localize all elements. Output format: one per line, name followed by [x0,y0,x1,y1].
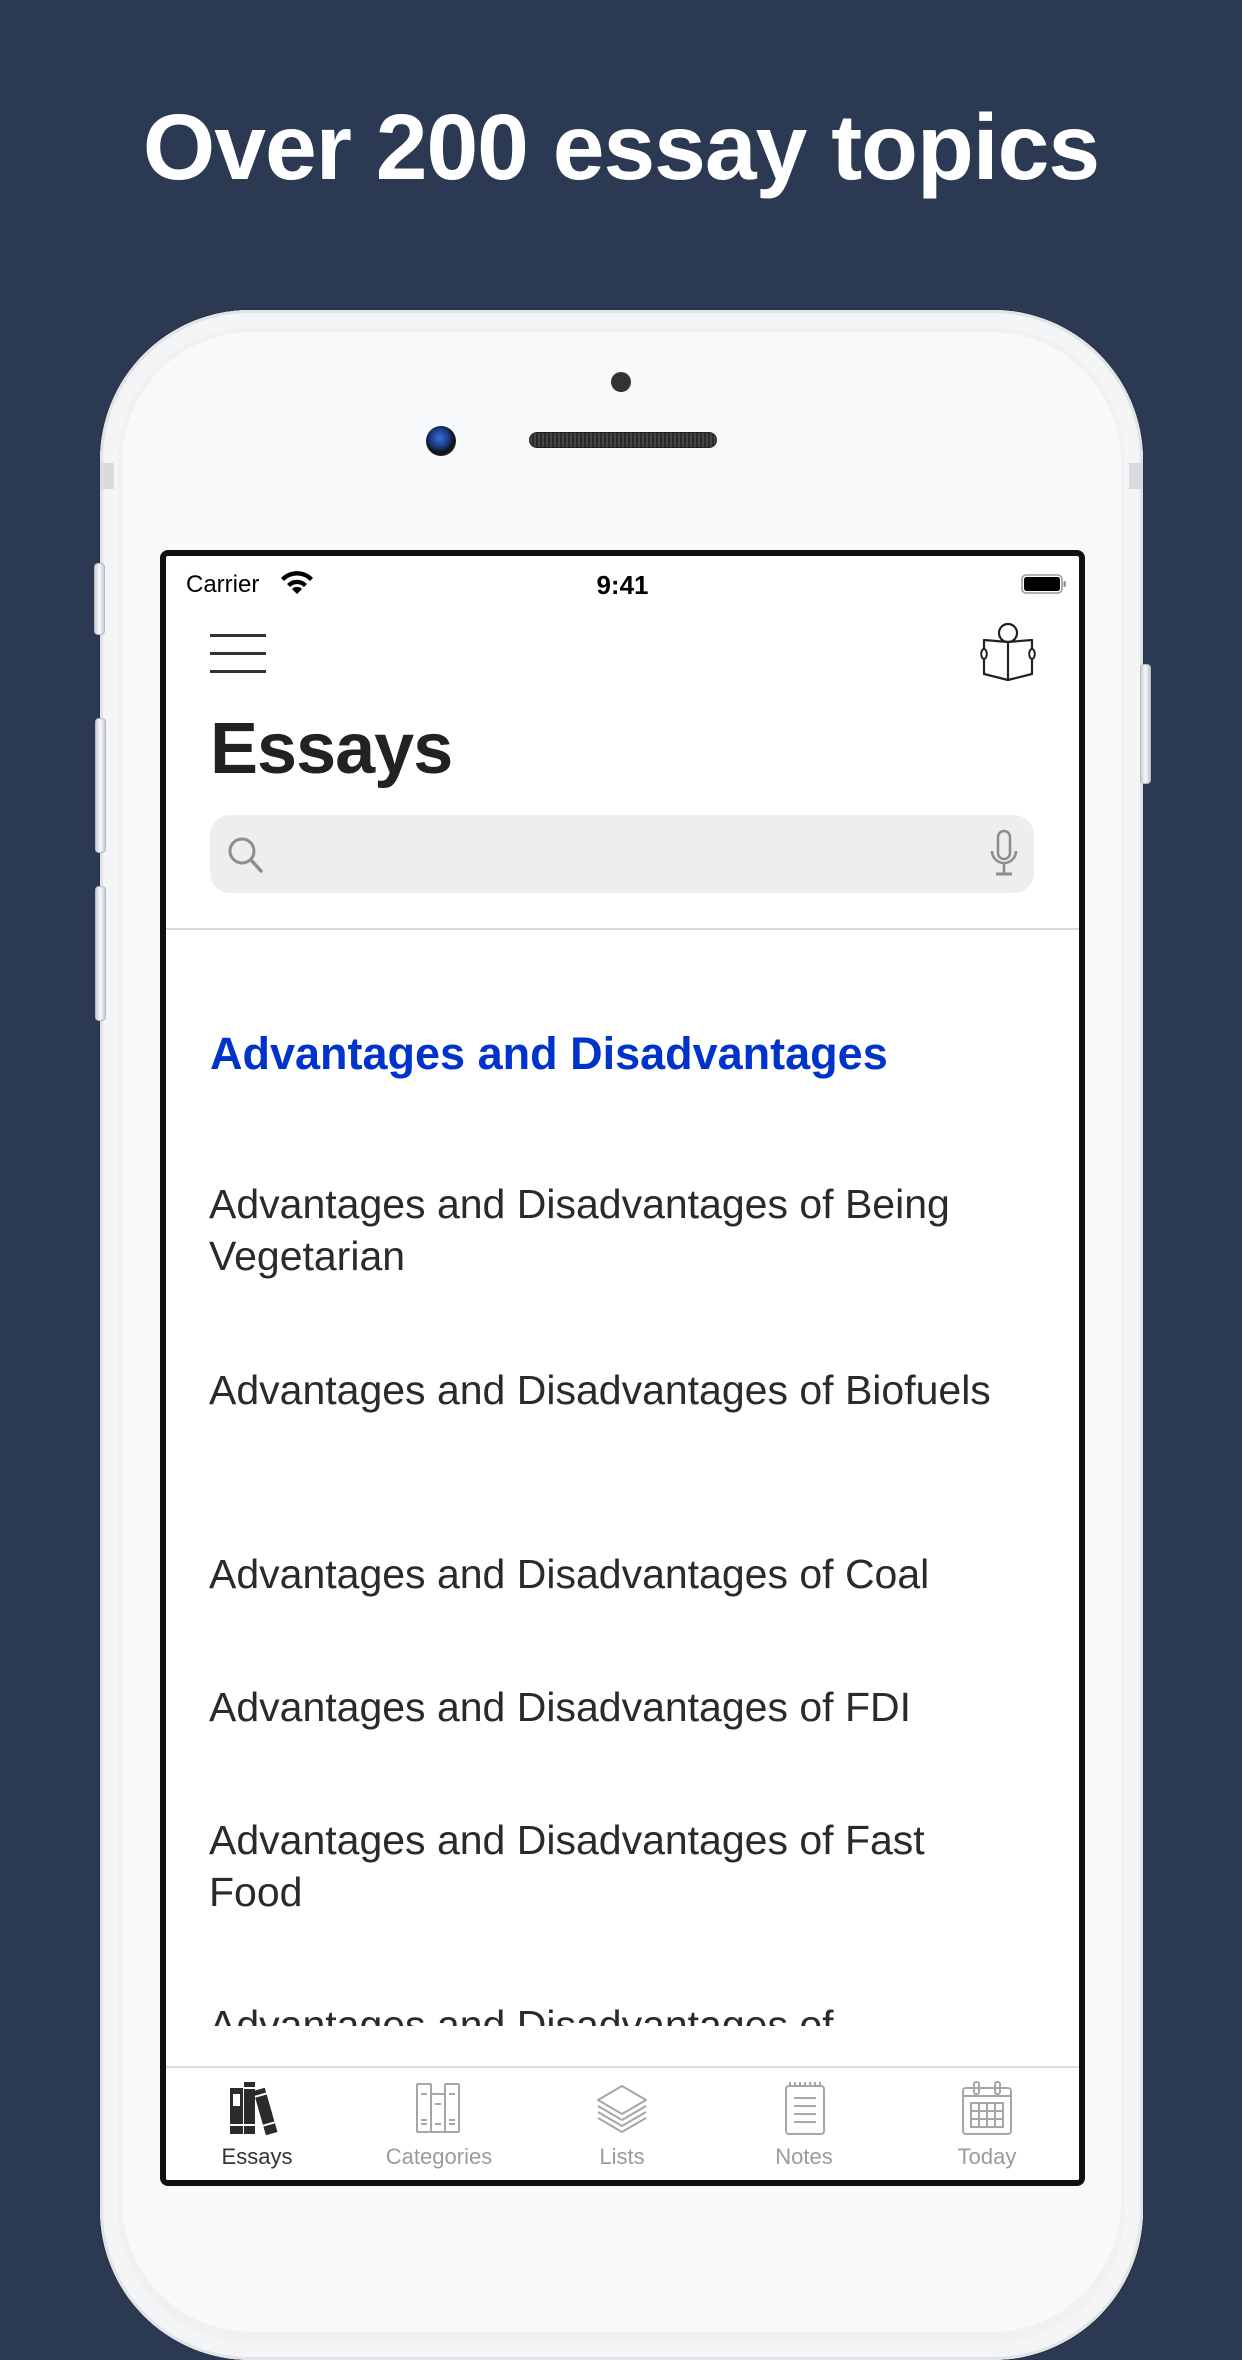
tab-label: Lists [599,2144,645,2169]
list-item[interactable]: Advantages and Disadvantages of Biofuels [209,1364,1009,1416]
power-button [1140,664,1151,784]
status-bar: Carrier 9:41 [166,556,1079,616]
clock: 9:41 [596,570,649,600]
antenna-band [100,463,114,489]
tab-categories[interactable]: Categories [348,2068,530,2180]
menu-button[interactable] [210,634,266,674]
section-header: Advantages and Disadvantages [210,1028,888,1079]
battery-icon [1021,574,1066,594]
list-item[interactable]: Advantages and Disadvantages of Globaliz… [209,1999,929,2026]
volume-down-button [95,886,106,1021]
tab-notes[interactable]: Notes [713,2068,895,2180]
tab-label: Notes [775,2144,833,2169]
front-camera [426,426,456,456]
magnifier-icon [228,837,263,873]
earpiece-speaker [529,432,717,448]
notepad-icon [785,2082,825,2135]
tab-essays[interactable]: Essays [166,2068,348,2180]
tab-label: Today [957,2144,1017,2169]
tab-bar: Essays Categories Lists Notes Today [166,2066,1079,2180]
hamburger-menu-icon [210,652,266,655]
hamburger-menu-icon [210,634,266,637]
volume-up-button [95,718,106,853]
layers-icon [597,2085,647,2133]
page-title: Essays [210,709,453,789]
tab-label: Essays [221,2144,293,2169]
tab-lists[interactable]: Lists [531,2068,713,2180]
hamburger-menu-icon [210,670,266,673]
mute-switch [94,563,105,635]
search-input[interactable] [280,825,944,885]
books-icon [230,2082,278,2136]
tab-label: Categories [385,2144,493,2169]
list-item[interactable]: Advantages and Disadvantages of Coal [209,1548,1009,1600]
list-item[interactable]: Advantages and Disadvantages of FDI [209,1681,1009,1733]
person-reading-icon[interactable] [980,622,1036,684]
search-bar[interactable] [210,815,1034,893]
tab-today[interactable]: Today [896,2068,1078,2180]
bookshelf-icon [416,2083,460,2133]
list-item[interactable]: Advantages and Disadvantages of Being Ve… [209,1178,1009,1282]
essay-list[interactable]: Advantages and Disadvantages Advantages … [166,930,1079,2026]
list-item[interactable]: Advantages and Disadvantages of Fast Foo… [209,1814,1009,1918]
antenna-band [1129,463,1143,489]
microphone-icon[interactable] [988,829,1020,879]
promo-headline: Over 200 essay topics [142,95,1100,199]
calendar-icon [962,2081,1012,2135]
app-screen: Carrier 9:41 Essays Advantages and Disad… [160,550,1085,2186]
proximity-sensor [611,372,631,392]
